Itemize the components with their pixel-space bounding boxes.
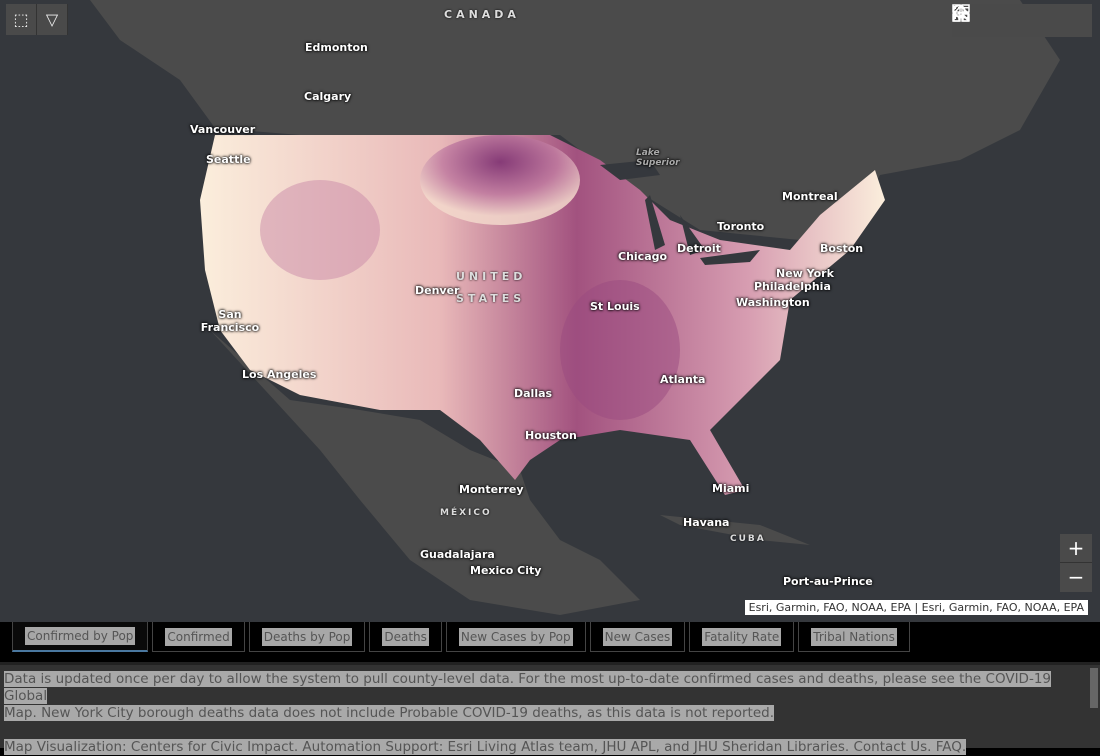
city-label: St Louis bbox=[590, 300, 640, 313]
tab-label: Tribal Nations bbox=[811, 627, 897, 646]
city-label: Seattle bbox=[206, 153, 251, 166]
city-label: Monterrey bbox=[459, 483, 524, 496]
info-text: Data is updated once per day to allow th… bbox=[4, 671, 1051, 704]
city-label: Houston bbox=[525, 429, 577, 442]
tab-confirmed[interactable]: Confirmed bbox=[152, 622, 245, 652]
city-label: Calgary bbox=[304, 90, 352, 103]
city-label: Vancouver bbox=[190, 123, 256, 136]
tab-confirmed-by-pop[interactable]: Confirmed by Pop bbox=[12, 622, 149, 652]
city-label: Port-au-Prince bbox=[783, 575, 873, 588]
zoom-control: + − bbox=[1060, 534, 1092, 592]
city-label: Guadalajara bbox=[420, 548, 495, 561]
tab-new-cases-by-pop[interactable]: New Cases by Pop bbox=[445, 622, 586, 652]
tab-deaths-by-pop[interactable]: Deaths by Pop bbox=[248, 622, 366, 652]
credits-text: Map Visualization: Centers for Civic Imp… bbox=[4, 739, 967, 755]
city-label: Washington bbox=[736, 296, 810, 309]
map-toolbar bbox=[952, 4, 1092, 37]
tab-label: Deaths bbox=[382, 627, 429, 646]
north-plains-cluster bbox=[420, 135, 580, 225]
city-label: Chicago bbox=[618, 250, 668, 263]
map-view[interactable]: CANADA UNITED STATES MÉXICO CUBA Lake Su… bbox=[0, 0, 1100, 622]
basemap bbox=[90, 0, 1060, 615]
country-label-cuba: CUBA bbox=[730, 534, 766, 544]
attribution: Esri, Garmin, FAO, NOAA, EPA | Esri, Gar… bbox=[744, 600, 1088, 615]
chevron-down-icon[interactable]: ▽ bbox=[37, 4, 68, 35]
tab-label: New Cases by Pop bbox=[458, 627, 573, 646]
city-label: New York bbox=[776, 267, 834, 280]
city-label: Dallas bbox=[514, 387, 553, 400]
tab-new-cases[interactable]: New Cases bbox=[589, 622, 686, 652]
country-label-mexico: MÉXICO bbox=[440, 508, 492, 518]
country-label-canada: CANADA bbox=[444, 8, 520, 21]
scrollbar[interactable] bbox=[1090, 668, 1098, 708]
city-label: Atlanta bbox=[660, 373, 706, 386]
country-label-us: UNITED STATES bbox=[456, 270, 527, 305]
city-label: San Francisco bbox=[200, 308, 260, 334]
select-toolbar: ⬚ ▽ bbox=[6, 4, 68, 35]
tab-label: Fatality Rate bbox=[702, 627, 782, 646]
tab-label: New Cases bbox=[602, 627, 673, 646]
city-label: Mexico City bbox=[470, 564, 542, 577]
tab-deaths[interactable]: Deaths bbox=[369, 622, 442, 652]
info-text: Map. New York City borough deaths data d… bbox=[4, 705, 774, 721]
city-label: Miami bbox=[712, 482, 750, 495]
city-label: Denver bbox=[415, 284, 460, 297]
water-label: Lake Superior bbox=[636, 148, 680, 168]
city-label: Boston bbox=[820, 242, 864, 255]
zoom-out-button[interactable]: − bbox=[1060, 563, 1092, 592]
city-label: Los Angeles bbox=[242, 368, 317, 381]
zoom-in-button[interactable]: + bbox=[1060, 534, 1092, 563]
tab-label: Deaths by Pop bbox=[261, 627, 353, 646]
tab-tribal-nations[interactable]: Tribal Nations bbox=[798, 622, 910, 652]
tab-fatality-rate[interactable]: Fatality Rate bbox=[689, 622, 795, 652]
city-label: Detroit bbox=[677, 242, 721, 255]
city-label: Philadelphia bbox=[754, 280, 831, 293]
city-label: Toronto bbox=[717, 220, 765, 233]
layer-tabs: Confirmed by Pop Confirmed Deaths by Pop… bbox=[0, 622, 1100, 662]
info-panel: Data is updated once per day to allow th… bbox=[0, 662, 1100, 755]
tab-label: Confirmed by Pop bbox=[25, 627, 136, 645]
city-label: Edmonton bbox=[305, 41, 368, 54]
select-tool-icon[interactable]: ⬚ bbox=[6, 4, 37, 35]
tab-label: Confirmed bbox=[165, 627, 232, 646]
city-label: Montreal bbox=[782, 190, 838, 203]
city-label: Havana bbox=[683, 516, 730, 529]
